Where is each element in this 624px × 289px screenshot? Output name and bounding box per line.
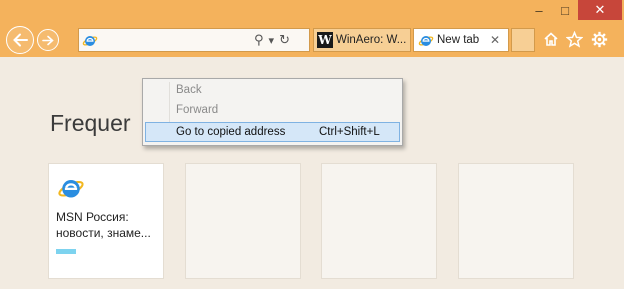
gear-icon — [591, 31, 607, 47]
tab-label: New tab — [437, 34, 480, 46]
close-tab-icon[interactable]: ✕ — [490, 33, 500, 47]
menu-item-forward[interactable]: Forward — [145, 101, 400, 121]
title-bar: – □ ✕ ⚲ ▾ ↻ W WinAero: W... New tab ✕ — [0, 0, 624, 57]
back-button[interactable] — [6, 26, 34, 54]
menu-item-label: Forward — [176, 104, 219, 116]
menu-item-go-to-copied-address[interactable]: Go to copied address Ctrl+Shift+L — [145, 122, 400, 142]
address-context-menu: Back Forward Go to copied address Ctrl+S… — [142, 78, 403, 146]
frequent-site-tile[interactable]: MSN Россия: новости, знаме... — [48, 163, 164, 279]
empty-tile — [458, 163, 574, 279]
search-icon[interactable]: ⚲ — [254, 32, 264, 48]
empty-tile — [321, 163, 437, 279]
home-icon — [544, 32, 558, 46]
chevron-down-icon[interactable]: ▾ — [269, 34, 275, 47]
tools-button[interactable] — [590, 30, 608, 48]
page-title: Frequer — [50, 110, 131, 136]
close-button[interactable]: ✕ — [578, 0, 622, 20]
maximize-button[interactable]: □ — [552, 0, 578, 20]
tab-label: WinAero: W... — [336, 34, 407, 46]
home-button[interactable] — [542, 30, 560, 48]
menu-item-label: Go to copied address — [176, 126, 286, 138]
visit-frequency-bar — [56, 249, 76, 254]
menu-item-back[interactable]: Back — [145, 81, 400, 101]
ie-icon — [82, 36, 98, 46]
forward-button[interactable] — [37, 29, 59, 51]
refresh-icon[interactable]: ↻ — [279, 32, 290, 48]
star-icon — [565, 30, 583, 48]
tab-new-tab[interactable]: New tab ✕ — [413, 28, 509, 52]
menu-item-label: Back — [176, 84, 202, 96]
minimize-button[interactable]: – — [526, 0, 552, 20]
tab-winaero[interactable]: W WinAero: W... — [313, 28, 411, 52]
winaero-w-icon: W — [317, 32, 333, 48]
new-tab-button[interactable] — [511, 28, 535, 52]
empty-tile — [185, 163, 301, 279]
address-bar[interactable]: ⚲ ▾ ↻ — [78, 28, 310, 52]
arrow-left-icon — [13, 33, 28, 47]
tile-title: MSN Россия: новости, знаме... — [56, 210, 151, 240]
favorites-button[interactable] — [565, 30, 583, 48]
ie-icon — [58, 180, 84, 198]
arrow-right-icon — [42, 35, 54, 45]
ie-icon — [418, 36, 434, 46]
menu-item-shortcut: Ctrl+Shift+L — [319, 126, 380, 138]
